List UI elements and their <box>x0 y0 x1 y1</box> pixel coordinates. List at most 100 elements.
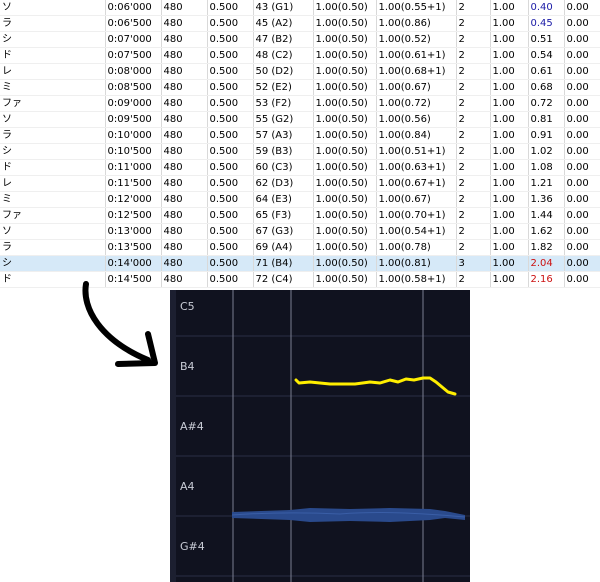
ruler-strip <box>170 290 176 582</box>
cell-value-a: 1.00 <box>490 95 529 112</box>
cell-value-a: 1.00 <box>490 47 529 64</box>
cell-note-name: ラ <box>0 239 106 256</box>
cell-velocity: 1.00(0.50) <box>313 111 377 128</box>
cell-value-c: 0.00 <box>564 175 600 192</box>
cell-ticks: 480 <box>161 143 208 160</box>
table-row[interactable]: ファ 0:09'000 480 0.500 53 (F2) 1.00(0.50) 1.00(… <box>0 95 600 112</box>
cell-length: 0.500 <box>207 0 254 16</box>
cell-velocity: 1.00(0.50) <box>313 223 377 240</box>
table-row[interactable]: ソ 0:06'000 480 0.500 43 (G1) 1.00(0.50) 1.00(0… <box>0 0 600 16</box>
cell-value-b: 1.36 <box>528 191 565 208</box>
cell-length: 0.500 <box>207 143 254 160</box>
cell-length: 0.500 <box>207 255 254 272</box>
cell-velocity: 1.00(0.50) <box>313 239 377 256</box>
table-row[interactable]: ラ 0:06'500 480 0.500 45 (A2) 1.00(0.50) 1.00(0… <box>0 15 600 32</box>
pitch-label-a4: A4 <box>180 480 195 493</box>
cell-value-b: 0.54 <box>528 47 565 64</box>
cell-pitch: 55 (G2) <box>253 111 314 128</box>
table-row[interactable]: ソ 0:09'500 480 0.500 55 (G2) 1.00(0.50) 1.00(0… <box>0 111 600 128</box>
cell-value-b: 1.08 <box>528 159 565 176</box>
cell-ticks: 480 <box>161 95 208 112</box>
cell-modulation: 1.00(0.84) <box>376 127 457 144</box>
cell-value-a: 1.00 <box>490 159 529 176</box>
table-row[interactable]: ソ 0:13'000 480 0.500 67 (G3) 1.00(0.50) 1.00(0… <box>0 223 600 240</box>
cell-ticks: 480 <box>161 63 208 80</box>
table-row[interactable]: ミ 0:12'000 480 0.500 64 (E3) 1.00(0.50) 1.00(0… <box>0 191 600 208</box>
cell-value-b: 1.02 <box>528 143 565 160</box>
table-row[interactable]: シ 0:14'000 480 0.500 71 (B4) 1.00(0.50) 1.00(0… <box>0 255 600 272</box>
cell-value-a: 1.00 <box>490 143 529 160</box>
pitch-view[interactable]: C5 B4 A#4 A4 G#4 <box>170 290 470 582</box>
note-table: ソ 0:06'000 480 0.500 43 (G1) 1.00(0.50) 1.00(0… <box>0 0 600 288</box>
cell-modulation: 1.00(0.55+1) <box>376 0 457 16</box>
cell-modulation: 1.00(0.52) <box>376 31 457 48</box>
cell-velocity: 1.00(0.50) <box>313 127 377 144</box>
cell-length: 0.500 <box>207 127 254 144</box>
table-row[interactable]: レ 0:08'000 480 0.500 50 (D2) 1.00(0.50) 1.00(0… <box>0 63 600 80</box>
cell-channel: 2 <box>456 63 491 80</box>
cell-value-c: 0.00 <box>564 143 600 160</box>
cell-ticks: 480 <box>161 31 208 48</box>
cell-note-name: シ <box>0 143 106 160</box>
cell-time: 0:10'000 <box>105 127 162 144</box>
cell-pitch: 57 (A3) <box>253 127 314 144</box>
cell-time: 0:06'500 <box>105 15 162 32</box>
cell-pitch: 45 (A2) <box>253 15 314 32</box>
cell-channel: 2 <box>456 95 491 112</box>
table-row[interactable]: ラ 0:10'000 480 0.500 57 (A3) 1.00(0.50) 1.00(0… <box>0 127 600 144</box>
cell-note-name: ラ <box>0 15 106 32</box>
cell-velocity: 1.00(0.50) <box>313 271 377 288</box>
cell-channel: 2 <box>456 111 491 128</box>
cell-value-b: 0.72 <box>528 95 565 112</box>
pitch-label-b4: B4 <box>180 360 195 373</box>
cell-value-a: 1.00 <box>490 175 529 192</box>
cell-channel: 2 <box>456 31 491 48</box>
cell-ticks: 480 <box>161 111 208 128</box>
cell-velocity: 1.00(0.50) <box>313 207 377 224</box>
table-row[interactable]: レ 0:11'500 480 0.500 62 (D3) 1.00(0.50) 1.00(0… <box>0 175 600 192</box>
cell-value-a: 1.00 <box>490 223 529 240</box>
cell-note-name: レ <box>0 63 106 80</box>
cell-value-a: 1.00 <box>490 255 529 272</box>
cell-time: 0:13'500 <box>105 239 162 256</box>
table-row[interactable]: ド 0:11'000 480 0.500 60 (C3) 1.00(0.50) 1.00(0… <box>0 159 600 176</box>
semitone-gridlines <box>176 335 470 577</box>
cell-time: 0:07'000 <box>105 31 162 48</box>
cell-ticks: 480 <box>161 159 208 176</box>
table-row[interactable]: ラ 0:13'500 480 0.500 69 (A4) 1.00(0.50) 1.00(0… <box>0 239 600 256</box>
cell-pitch: 69 (A4) <box>253 239 314 256</box>
table-row[interactable]: シ 0:10'500 480 0.500 59 (B3) 1.00(0.50) 1.00(0… <box>0 143 600 160</box>
cell-velocity: 1.00(0.50) <box>313 63 377 80</box>
cell-ticks: 480 <box>161 127 208 144</box>
cell-ticks: 480 <box>161 79 208 96</box>
cell-value-c: 0.00 <box>564 79 600 96</box>
cell-value-b: 0.45 <box>528 15 565 32</box>
cell-note-name: ラ <box>0 127 106 144</box>
cell-velocity: 1.00(0.50) <box>313 191 377 208</box>
cell-time: 0:06'000 <box>105 0 162 16</box>
table-row[interactable]: ミ 0:08'500 480 0.500 52 (E2) 1.00(0.50) 1.00(0… <box>0 79 600 96</box>
cell-value-c: 0.00 <box>564 207 600 224</box>
cell-channel: 2 <box>456 47 491 64</box>
cell-pitch: 59 (B3) <box>253 143 314 160</box>
cell-pitch: 53 (F2) <box>253 95 314 112</box>
cell-value-a: 1.00 <box>490 31 529 48</box>
cell-length: 0.500 <box>207 191 254 208</box>
table-row[interactable]: ファ 0:12'500 480 0.500 65 (F3) 1.00(0.50) 1.00(… <box>0 207 600 224</box>
cell-value-b: 0.81 <box>528 111 565 128</box>
cell-channel: 3 <box>456 255 491 272</box>
cell-modulation: 1.00(0.67) <box>376 191 457 208</box>
cell-value-b: 1.44 <box>528 207 565 224</box>
table-row[interactable]: ド 0:07'500 480 0.500 48 (C2) 1.00(0.50) 1.00(0… <box>0 47 600 64</box>
table-row[interactable]: シ 0:07'000 480 0.500 47 (B2) 1.00(0.50) 1.00(0… <box>0 31 600 48</box>
cell-note-name: レ <box>0 175 106 192</box>
cell-value-a: 1.00 <box>490 127 529 144</box>
cell-modulation: 1.00(0.67) <box>376 79 457 96</box>
cell-length: 0.500 <box>207 31 254 48</box>
cell-pitch: 43 (G1) <box>253 0 314 16</box>
cell-modulation: 1.00(0.63+1) <box>376 159 457 176</box>
cell-value-b: 0.40 <box>528 0 565 16</box>
cell-velocity: 1.00(0.50) <box>313 31 377 48</box>
cell-pitch: 47 (B2) <box>253 31 314 48</box>
cell-value-a: 1.00 <box>490 207 529 224</box>
